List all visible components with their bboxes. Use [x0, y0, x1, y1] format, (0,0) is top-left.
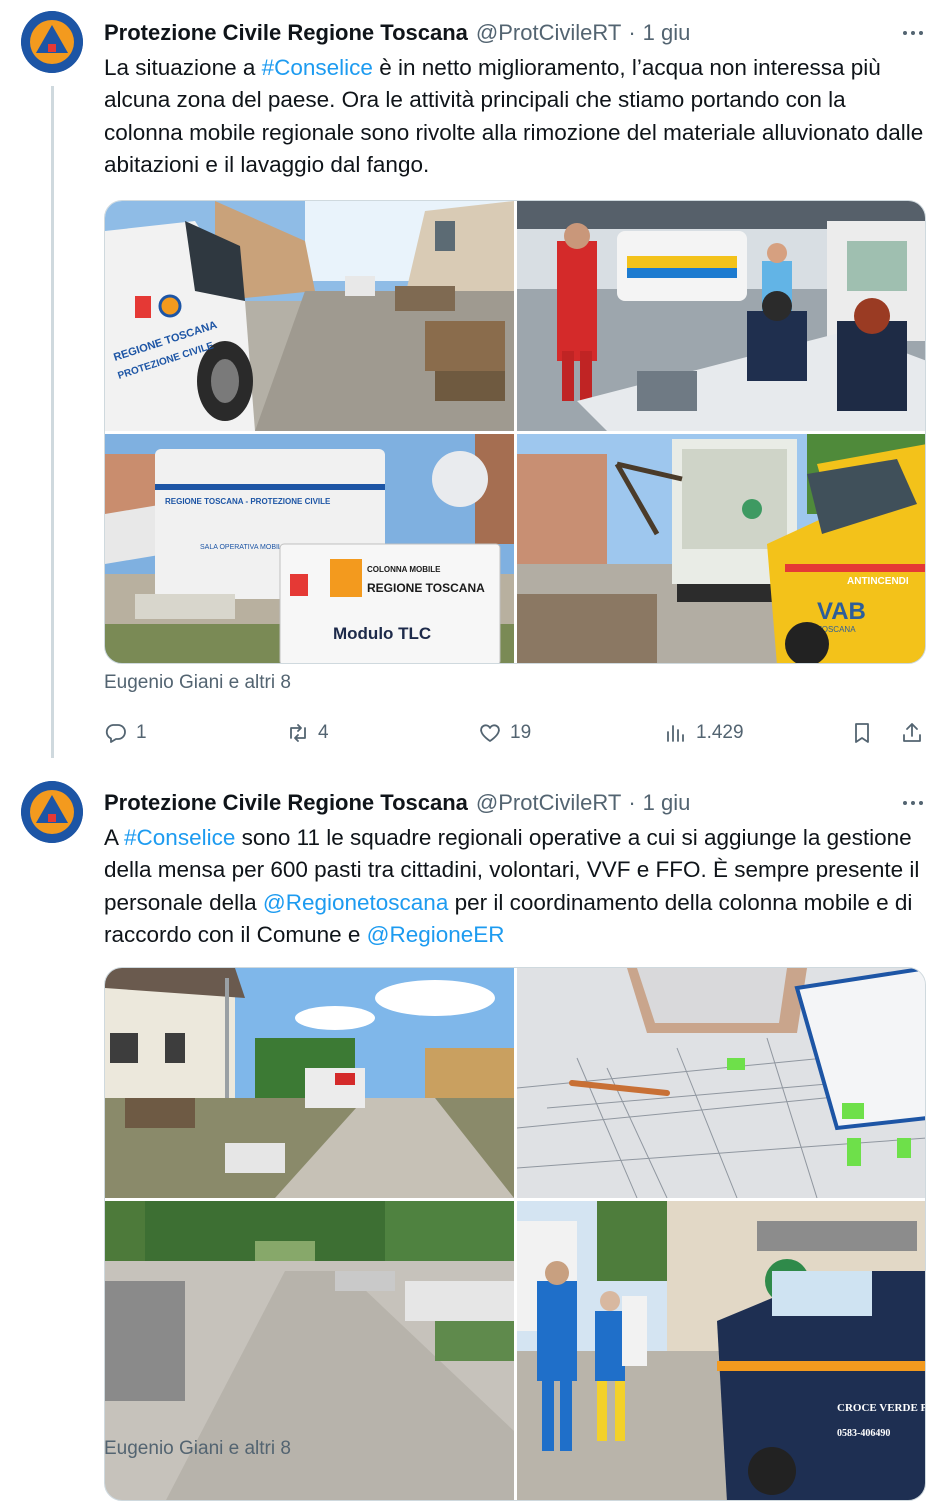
photo-caption: REGIONE TOSCANA - PROTEZIONE CIVILE	[165, 497, 331, 506]
avatar-logo-icon	[21, 781, 83, 843]
tagged-users[interactable]: Eugenio Giani e altri 8	[104, 1438, 291, 1460]
hashtag-link[interactable]: #Conselice	[262, 55, 373, 80]
timestamp[interactable]: 1 giu	[643, 790, 691, 816]
thread-connector-line	[51, 86, 54, 758]
photo-caption: CROCE VERDE P.A	[837, 1402, 926, 1414]
photo-tlc-module[interactable]: REGIONE TOSCANA - PROTEZIONE CIVILE SALA…	[105, 434, 514, 663]
photo-caption: ANTINCENDI	[847, 576, 909, 587]
views-icon	[667, 725, 684, 742]
photo-car-street[interactable]: REGIONE TOSCANA PROTEZIONE CIVILE	[105, 201, 514, 431]
bookmark-button[interactable]	[850, 716, 874, 750]
tweet-header: Protezione Civile Regione Toscana @ProtC…	[104, 18, 690, 48]
bookmark-icon	[855, 723, 869, 743]
tweet-header: Protezione Civile Regione Toscana @ProtC…	[104, 788, 690, 818]
avatar[interactable]	[21, 781, 83, 843]
separator: ·	[628, 20, 636, 45]
tagged-users[interactable]: Eugenio Giani e altri 8	[104, 672, 291, 694]
text-segment: A	[104, 825, 125, 850]
retweet-icon	[290, 724, 306, 742]
photo-caption: COLONNA MOBILE	[367, 565, 441, 574]
retweet-count: 4	[318, 722, 329, 743]
tweet-text: A #Conselice sono 11 le squadre regional…	[104, 822, 924, 951]
tweet[interactable]: Protezione Civile Regione Toscana @ProtC…	[0, 770, 950, 1501]
media-grid: CROCE VERDE P.A 0583-406490	[104, 967, 926, 1501]
photo-caption: REGIONE TOSCANA	[367, 581, 485, 595]
separator: ·	[628, 790, 636, 815]
author-name[interactable]: Protezione Civile Regione Toscana	[104, 790, 468, 816]
photo-truck-vab[interactable]: ANTINCENDI VAB TOSCANA	[517, 434, 925, 663]
reply-button[interactable]: 1	[104, 716, 147, 750]
mention-link[interactable]: @RegioneER	[367, 922, 505, 947]
avatar-logo-icon	[21, 11, 83, 73]
more-icon[interactable]	[898, 20, 928, 46]
photo-caption: Modulo TLC	[333, 624, 431, 643]
photo-caption: SALA OPERATIVA MOBILE	[200, 544, 287, 551]
like-button[interactable]: 19	[478, 716, 531, 750]
action-bar: 1 4 19 1.429	[104, 716, 930, 750]
author-handle[interactable]: @ProtCivileRT	[476, 790, 621, 816]
photo-caption: 0583-406490	[837, 1428, 890, 1439]
more-icon[interactable]	[898, 790, 928, 816]
author-name[interactable]: Protezione Civile Regione Toscana	[104, 20, 468, 46]
tweet-text: La situazione a #Conselice è in netto mi…	[104, 52, 924, 181]
photo-map-table[interactable]	[517, 968, 925, 1198]
photo-caption: VAB	[817, 598, 866, 625]
mention-link[interactable]: @Regionetoscana	[263, 890, 448, 915]
photo-field-tent[interactable]	[517, 201, 925, 431]
views-button[interactable]: 1.429	[664, 716, 744, 750]
reply-icon	[105, 724, 126, 743]
timestamp[interactable]: 1 giu	[643, 20, 691, 46]
avatar[interactable]	[21, 11, 83, 73]
view-count: 1.429	[696, 722, 744, 743]
hashtag-link[interactable]: #Conselice	[124, 825, 235, 850]
retweet-button[interactable]: 4	[286, 716, 329, 750]
author-handle[interactable]: @ProtCivileRT	[476, 20, 621, 46]
media-grid: REGIONE TOSCANA PROTEZIONE CIVILE REGION…	[104, 200, 926, 664]
like-count: 19	[510, 722, 532, 743]
photo-volunteers-ambulance[interactable]: CROCE VERDE P.A 0583-406490	[517, 1201, 926, 1500]
share-icon	[903, 723, 921, 742]
like-icon	[480, 724, 500, 742]
tweet[interactable]: Protezione Civile Regione Toscana @ProtC…	[0, 0, 950, 770]
reply-count: 1	[136, 722, 147, 743]
text-segment: La situazione a	[104, 55, 262, 80]
photo-house-bobcat[interactable]	[105, 968, 514, 1198]
share-button[interactable]	[900, 716, 924, 750]
